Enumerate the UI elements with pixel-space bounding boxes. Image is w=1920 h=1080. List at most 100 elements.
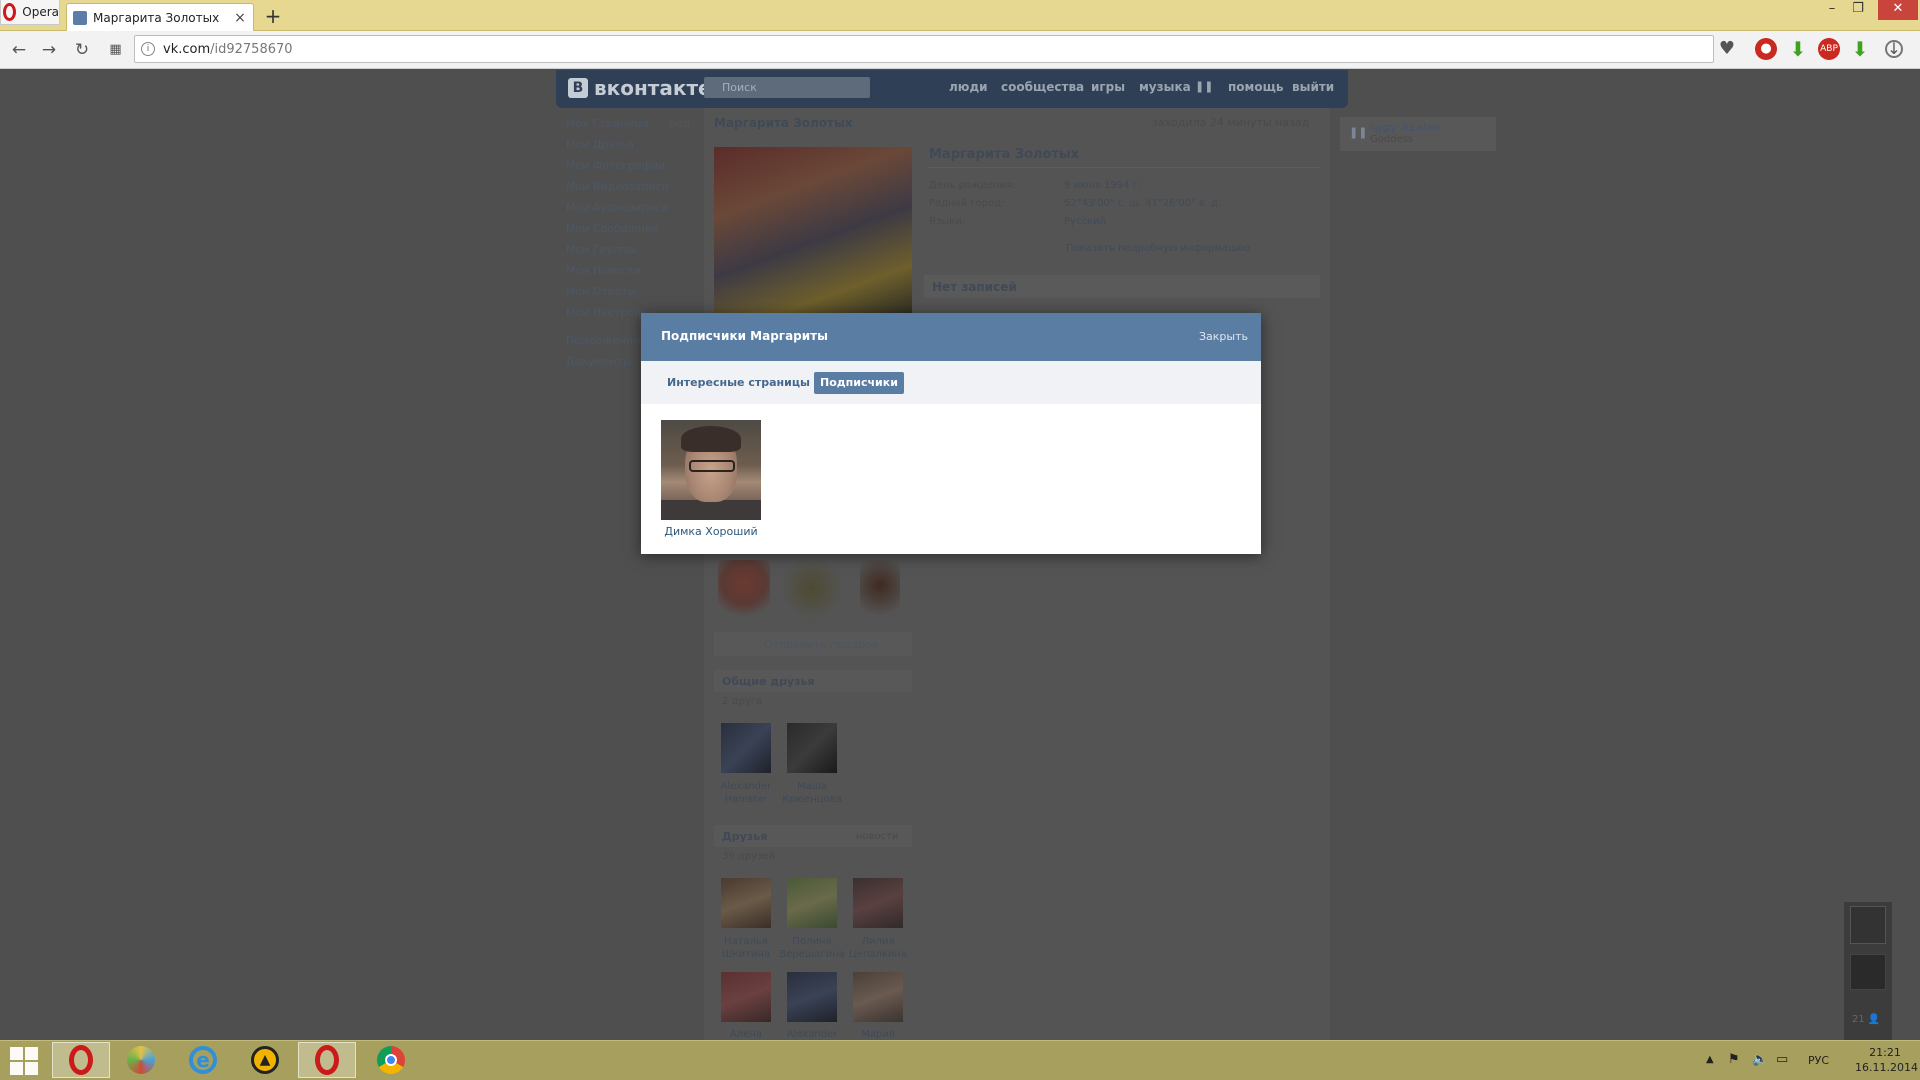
friend-avatar[interactable] <box>787 878 837 928</box>
chat-avatar[interactable] <box>1850 954 1886 990</box>
tab-followers[interactable]: Подписчики <box>814 372 904 394</box>
friend-avatar[interactable] <box>787 972 837 1022</box>
sidebar-edit-link[interactable]: ред. <box>669 117 694 130</box>
sidebar-item-apps[interactable]: Приложения <box>566 334 640 347</box>
common-friends-title[interactable]: Общие друзья <box>722 675 815 688</box>
browser-tab[interactable]: Маргарита Золотых × <box>66 3 254 31</box>
opera-icon <box>315 1045 339 1075</box>
taskbar-chrome[interactable] <box>362 1042 420 1078</box>
follower-avatar[interactable] <box>661 420 761 520</box>
new-tab-button[interactable]: + <box>262 4 284 28</box>
chat-avatar[interactable] <box>1850 906 1886 944</box>
dialog-close-button[interactable]: Закрыть <box>1199 330 1248 343</box>
friend-name[interactable]: Лилия Цепалкина <box>845 935 911 961</box>
friend-avatar[interactable] <box>853 972 903 1022</box>
now-playing-title: Goddess <box>1370 134 1414 145</box>
info-value-languages[interactable]: Русский <box>1064 216 1106 227</box>
close-window-icon[interactable]: ✕ <box>1878 0 1918 20</box>
friend-name[interactable]: Наталья Шкитина <box>713 935 779 961</box>
opera-menu-label: Opera <box>22 5 59 19</box>
sidebar-item-messages[interactable]: Мои Сообщения <box>566 222 659 235</box>
page-title: Маргарита Золотых <box>714 116 853 130</box>
friend-last-name: Hamster <box>724 794 768 805</box>
clock[interactable]: 21:21 16.11.2014 <box>1855 1045 1918 1075</box>
gift-sign-image[interactable] <box>784 560 840 624</box>
action-center-flag-icon[interactable]: ⚑ <box>1728 1052 1740 1067</box>
url-host: vk.com <box>163 41 211 57</box>
language-indicator[interactable]: РУС <box>1808 1054 1829 1067</box>
pause-icon[interactable]: ❚❚ <box>1349 126 1367 139</box>
online-count-value: 21 <box>1852 1014 1865 1025</box>
speed-dial-icon[interactable]: ▦ <box>104 39 126 61</box>
nav-logout[interactable]: выйти <box>1292 80 1334 94</box>
sidebar-item-audio[interactable]: Мои Аудиозаписи <box>566 201 669 214</box>
sidebar-item-videos[interactable]: Мои Видеозаписи <box>566 180 669 193</box>
windows-start-icon[interactable] <box>10 1047 38 1075</box>
sidebar-item-my-page[interactable]: Моя Страница <box>566 117 649 130</box>
friend-avatar[interactable] <box>721 723 771 773</box>
friends-title[interactable]: Друзья <box>722 830 767 843</box>
download-icon[interactable]: ⬇ <box>1849 38 1871 60</box>
friend-name[interactable]: Полина Верещагина <box>779 935 845 961</box>
gift-clown-image[interactable] <box>718 560 770 624</box>
avatar-hair <box>681 426 741 452</box>
taskbar-paint[interactable] <box>112 1042 170 1078</box>
taskbar-opera-active[interactable] <box>298 1042 356 1078</box>
vk-logo-text: вконтакте <box>594 76 712 100</box>
tab-interesting-pages[interactable]: Интересные страницы <box>667 376 810 389</box>
restore-icon[interactable]: ❐ <box>1844 0 1872 20</box>
vk-logo[interactable]: В вконтакте <box>568 76 712 100</box>
show-more-info-link[interactable]: Показать подробную информацию <box>1066 243 1250 254</box>
taskbar-internet-explorer[interactable]: e <box>174 1042 232 1078</box>
friend-avatar[interactable] <box>787 723 837 773</box>
internet-explorer-icon: e <box>189 1046 217 1074</box>
reload-icon[interactable]: ↻ <box>71 39 93 61</box>
tray-expand-icon[interactable]: ▲ <box>1706 1054 1714 1065</box>
profile-photo[interactable] <box>714 147 912 313</box>
minimize-icon[interactable]: – <box>1818 0 1846 20</box>
dialog-title: Подписчики Маргариты <box>661 329 828 343</box>
nav-people[interactable]: люди <box>949 80 988 94</box>
taskbar-opera[interactable] <box>52 1042 110 1078</box>
taskbar-aimp[interactable]: ▲ <box>236 1042 294 1078</box>
friend-avatar[interactable] <box>721 878 771 928</box>
audio-pause-icon[interactable]: ❚❚ <box>1195 80 1213 93</box>
close-tab-icon[interactable]: × <box>233 10 247 26</box>
info-value-birthday[interactable]: 9 июня 1994 г. <box>1064 180 1141 191</box>
friends-news-link[interactable]: новости <box>856 831 899 842</box>
url-field[interactable]: i vk.com/id92758670 <box>134 35 1714 63</box>
browser-menu-icon[interactable]: ↓ <box>1885 40 1903 58</box>
download-icon[interactable]: ⬇ <box>1787 38 1809 60</box>
nav-communities[interactable]: сообщества <box>1001 80 1084 94</box>
friend-name[interactable]: Alexander Hamster <box>713 780 779 806</box>
send-gift-button[interactable]: Отправить подарок <box>764 638 879 651</box>
site-info-icon[interactable]: i <box>141 42 155 56</box>
sidebar-item-photos[interactable]: Мои Фотографии <box>566 159 665 172</box>
nav-help[interactable]: помощь <box>1228 80 1283 94</box>
opera-menu-button[interactable]: Opera <box>0 0 60 25</box>
nav-games[interactable]: игры <box>1091 80 1125 94</box>
heart-icon[interactable]: ♥ <box>1716 38 1738 60</box>
sidebar-item-friends[interactable]: Мои Друзья <box>566 138 634 151</box>
network-icon[interactable]: ▭ <box>1776 1052 1788 1067</box>
opera-icon <box>69 1045 93 1075</box>
record-icon[interactable]: ● <box>1755 38 1777 60</box>
friend-last-name: Верещагина <box>779 949 845 960</box>
sidebar-item-groups[interactable]: Мои Группы <box>566 243 636 256</box>
adblock-icon[interactable]: ABP <box>1818 38 1840 60</box>
vk-search-input[interactable]: Поиск <box>704 77 870 98</box>
sidebar-item-answers[interactable]: Мои Ответы <box>566 285 636 298</box>
follower-name[interactable]: Димка Хороший <box>661 525 761 538</box>
info-value-hometown[interactable]: 52°43'00" с. ш. 41°26'00" в. д. <box>1064 198 1221 209</box>
friend-name[interactable]: Маша Крюенцова <box>779 780 845 806</box>
sidebar-item-documents[interactable]: Документы <box>566 355 632 368</box>
forward-icon[interactable]: → <box>38 39 60 61</box>
sidebar-item-news[interactable]: Мои Новости <box>566 264 641 277</box>
back-icon[interactable]: ← <box>8 39 30 61</box>
aimp-icon: ▲ <box>251 1046 279 1074</box>
friend-avatar[interactable] <box>853 878 903 928</box>
volume-icon[interactable]: 🔈 <box>1752 1052 1768 1067</box>
gift-icecream-image[interactable] <box>860 560 900 624</box>
nav-music[interactable]: музыка <box>1139 80 1191 94</box>
friend-avatar[interactable] <box>721 972 771 1022</box>
